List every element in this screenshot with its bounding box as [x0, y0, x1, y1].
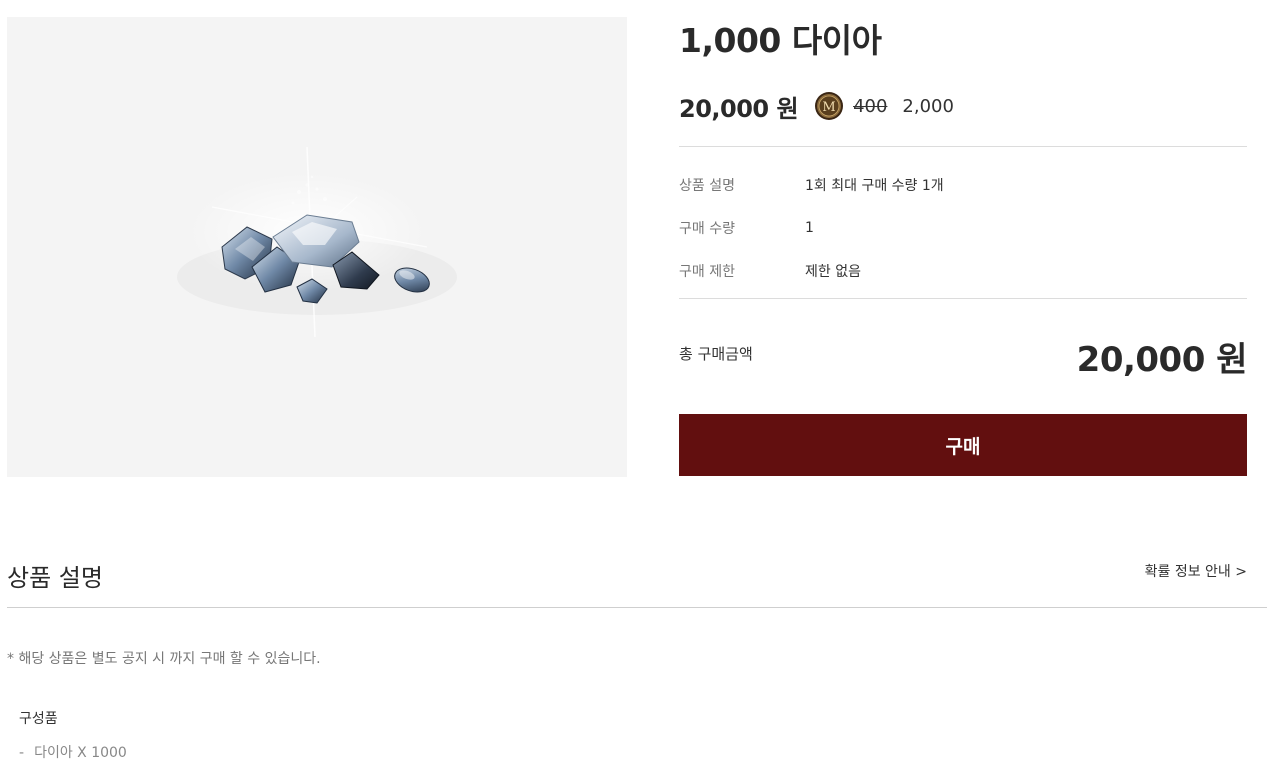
total-value: 20,000 원	[1076, 340, 1248, 380]
diamond-pile-image	[177, 146, 457, 338]
spec-row-limit: 구매 제한 제한 없음	[679, 260, 1247, 282]
spec-value: 제한 없음	[805, 264, 861, 280]
spec-label: 구매 제한	[679, 264, 735, 280]
list-dash: -	[19, 745, 25, 761]
svg-text:M: M	[822, 100, 835, 115]
list-item: - 다이아 X 1000	[19, 742, 127, 762]
spec-row-description: 상품 설명 1회 최대 구매 수량 1개	[679, 174, 1247, 196]
spec-label: 구매 수량	[679, 221, 735, 237]
section-title: 상품 설명	[7, 564, 103, 592]
price-row: 20,000 원 M 400 2,000	[679, 88, 954, 124]
component-text: 다이아 X 1000	[34, 745, 127, 761]
product-image	[7, 17, 627, 477]
product-title: 1,000 다이아	[679, 21, 882, 60]
spec-value: 1	[805, 220, 814, 236]
m-coin-icon: M	[815, 92, 844, 120]
total-label: 총 구매금액	[679, 345, 753, 363]
purchase-notice: * 해당 상품은 별도 공지 시 까지 구매 할 수 있습니다.	[7, 651, 321, 667]
spec-value: 1회 최대 구매 수량 1개	[805, 178, 944, 194]
probability-info-link[interactable]: 확률 정보 안내 >	[1145, 561, 1247, 581]
divider	[679, 146, 1247, 147]
divider	[679, 298, 1247, 299]
components-title: 구성품	[19, 711, 58, 727]
divider	[7, 607, 1267, 608]
price-won: 20,000 원	[679, 94, 799, 123]
buy-button[interactable]: 구매	[679, 414, 1247, 476]
spec-row-quantity: 구매 수량 1	[679, 217, 1247, 239]
spec-label: 상품 설명	[679, 178, 735, 194]
price-m-coin: 2,000	[902, 95, 954, 117]
price-old-strikethrough: 400	[853, 95, 888, 117]
